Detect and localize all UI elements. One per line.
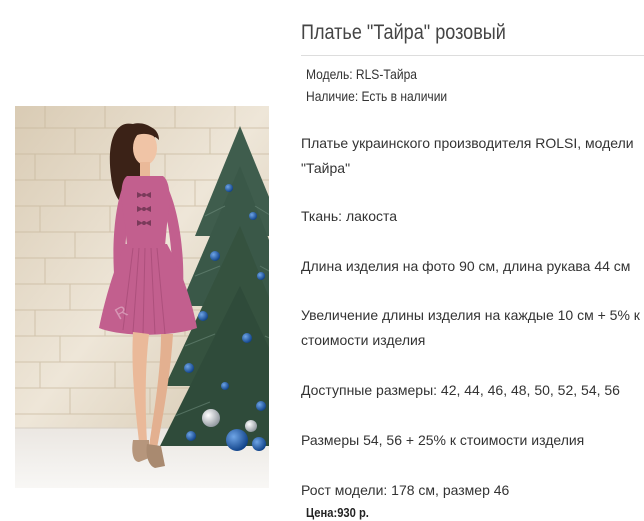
- description-line: Платье украинского производителя ROLSI, …: [301, 135, 634, 151]
- title-divider: [301, 55, 644, 56]
- price: Цена:930 р.: [306, 505, 369, 520]
- product-meta: Модель: RLS-Тайра Наличие: Есть в наличи…: [306, 63, 447, 107]
- extra-length-line: Увеличение длины изделия на каждые 10 см…: [301, 307, 640, 323]
- extra-length-line: стоимости изделия: [301, 332, 426, 348]
- availability-label: Наличие:: [306, 88, 359, 104]
- model-value: RLS-Тайра: [355, 66, 417, 82]
- product-page: R Платье "Тайра" розовый Модель: RLS-Тай…: [0, 0, 644, 521]
- fabric-line: Ткань: лакоста: [301, 208, 398, 224]
- product-photo[interactable]: R: [15, 106, 269, 488]
- sizes-line: Доступные размеры: 42, 44, 46, 48, 50, 5…: [301, 382, 620, 398]
- price-value: 930 р.: [337, 505, 369, 520]
- availability-line: Наличие: Есть в наличии: [306, 85, 447, 107]
- availability-value: Есть в наличии: [361, 88, 448, 104]
- length-line: Длина изделия на фото 90 см, длина рукав…: [301, 258, 631, 274]
- description-line: "Тайра": [301, 160, 351, 176]
- product-title: Платье "Тайра" розовый: [301, 21, 506, 44]
- model-label: Модель:: [306, 66, 353, 82]
- sizes-extra-line: Размеры 54, 56 + 25% к стоимости изделия: [301, 432, 585, 448]
- model-height-line: Рост модели: 178 см, размер 46: [301, 482, 510, 498]
- price-label: Цена:: [306, 505, 338, 520]
- product-info: Платье "Тайра" розовый Модель: RLS-Тайра…: [301, 0, 644, 521]
- model-line: Модель: RLS-Тайра: [306, 63, 447, 85]
